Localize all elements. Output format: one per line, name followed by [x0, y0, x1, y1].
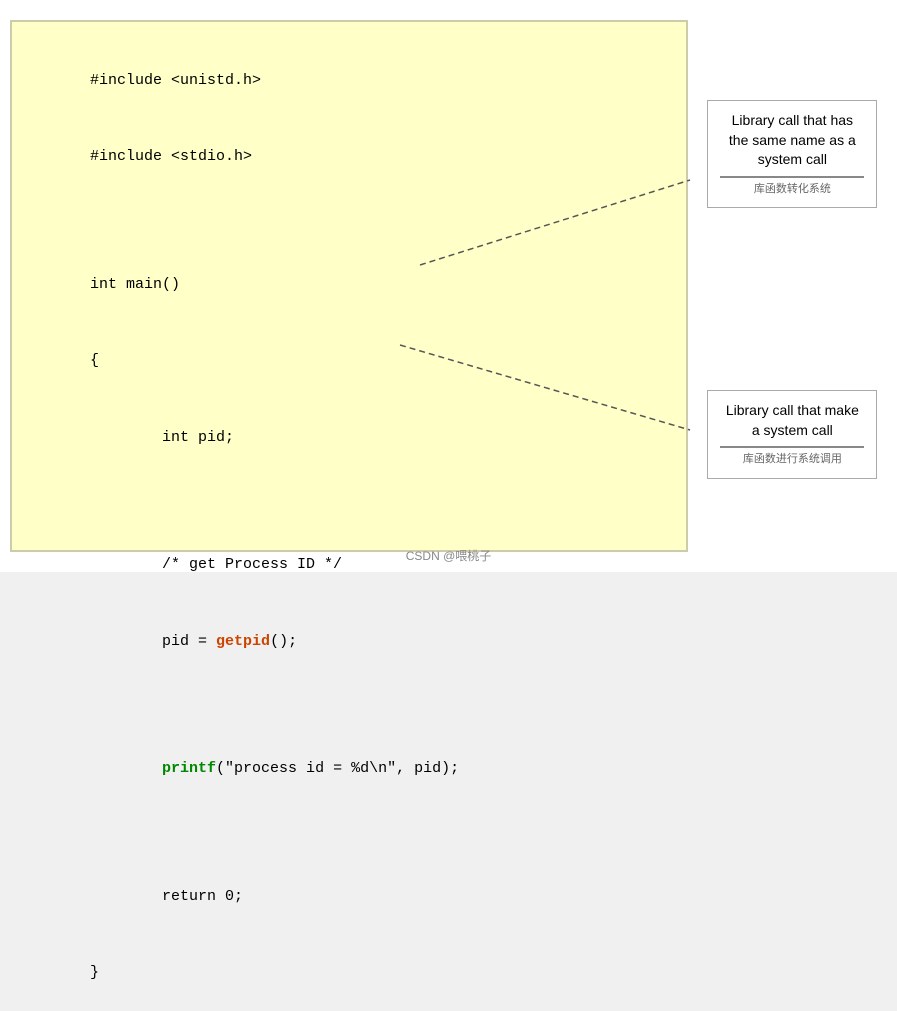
code-line-14: }	[90, 964, 99, 981]
annotation-2-text: Library call that make a system call	[726, 402, 859, 438]
code-line-11-pre	[90, 760, 162, 777]
code-line-1: #include <unistd.h>	[90, 72, 261, 89]
code-line-13: return 0;	[90, 888, 243, 905]
code-line-4: int main()	[90, 276, 180, 293]
code-line-5: {	[90, 352, 99, 369]
code-line-2: #include <stdio.h>	[90, 148, 252, 165]
footer-bar: CSDN @喂桃子	[0, 547, 897, 564]
code-line-9-pre: pid =	[90, 633, 216, 650]
code-block: #include <unistd.h> #include <stdio.h> i…	[36, 42, 662, 1011]
code-panel: #include <unistd.h> #include <stdio.h> i…	[10, 20, 688, 552]
code-line-6: int pid;	[90, 429, 234, 446]
code-line-9-post: ();	[270, 633, 297, 650]
annotation-box-1: Library call that has the same name as a…	[707, 100, 877, 208]
footer-text: CSDN @喂桃子	[406, 549, 492, 563]
annotation-2-chinese: 库函数进行系统调用	[720, 446, 864, 467]
code-printf: printf	[162, 760, 216, 777]
annotations-panel: Library call that has the same name as a…	[688, 0, 897, 572]
annotation-box-2: Library call that make a system call 库函数…	[707, 390, 877, 479]
code-line-11-post: ("process id = %d\n", pid);	[216, 760, 459, 777]
code-getpid: getpid	[216, 633, 270, 650]
annotation-1-chinese: 库函数转化系统	[720, 176, 864, 197]
annotation-1-text: Library call that has the same name as a…	[729, 112, 856, 167]
main-container: #include <unistd.h> #include <stdio.h> i…	[0, 0, 897, 572]
